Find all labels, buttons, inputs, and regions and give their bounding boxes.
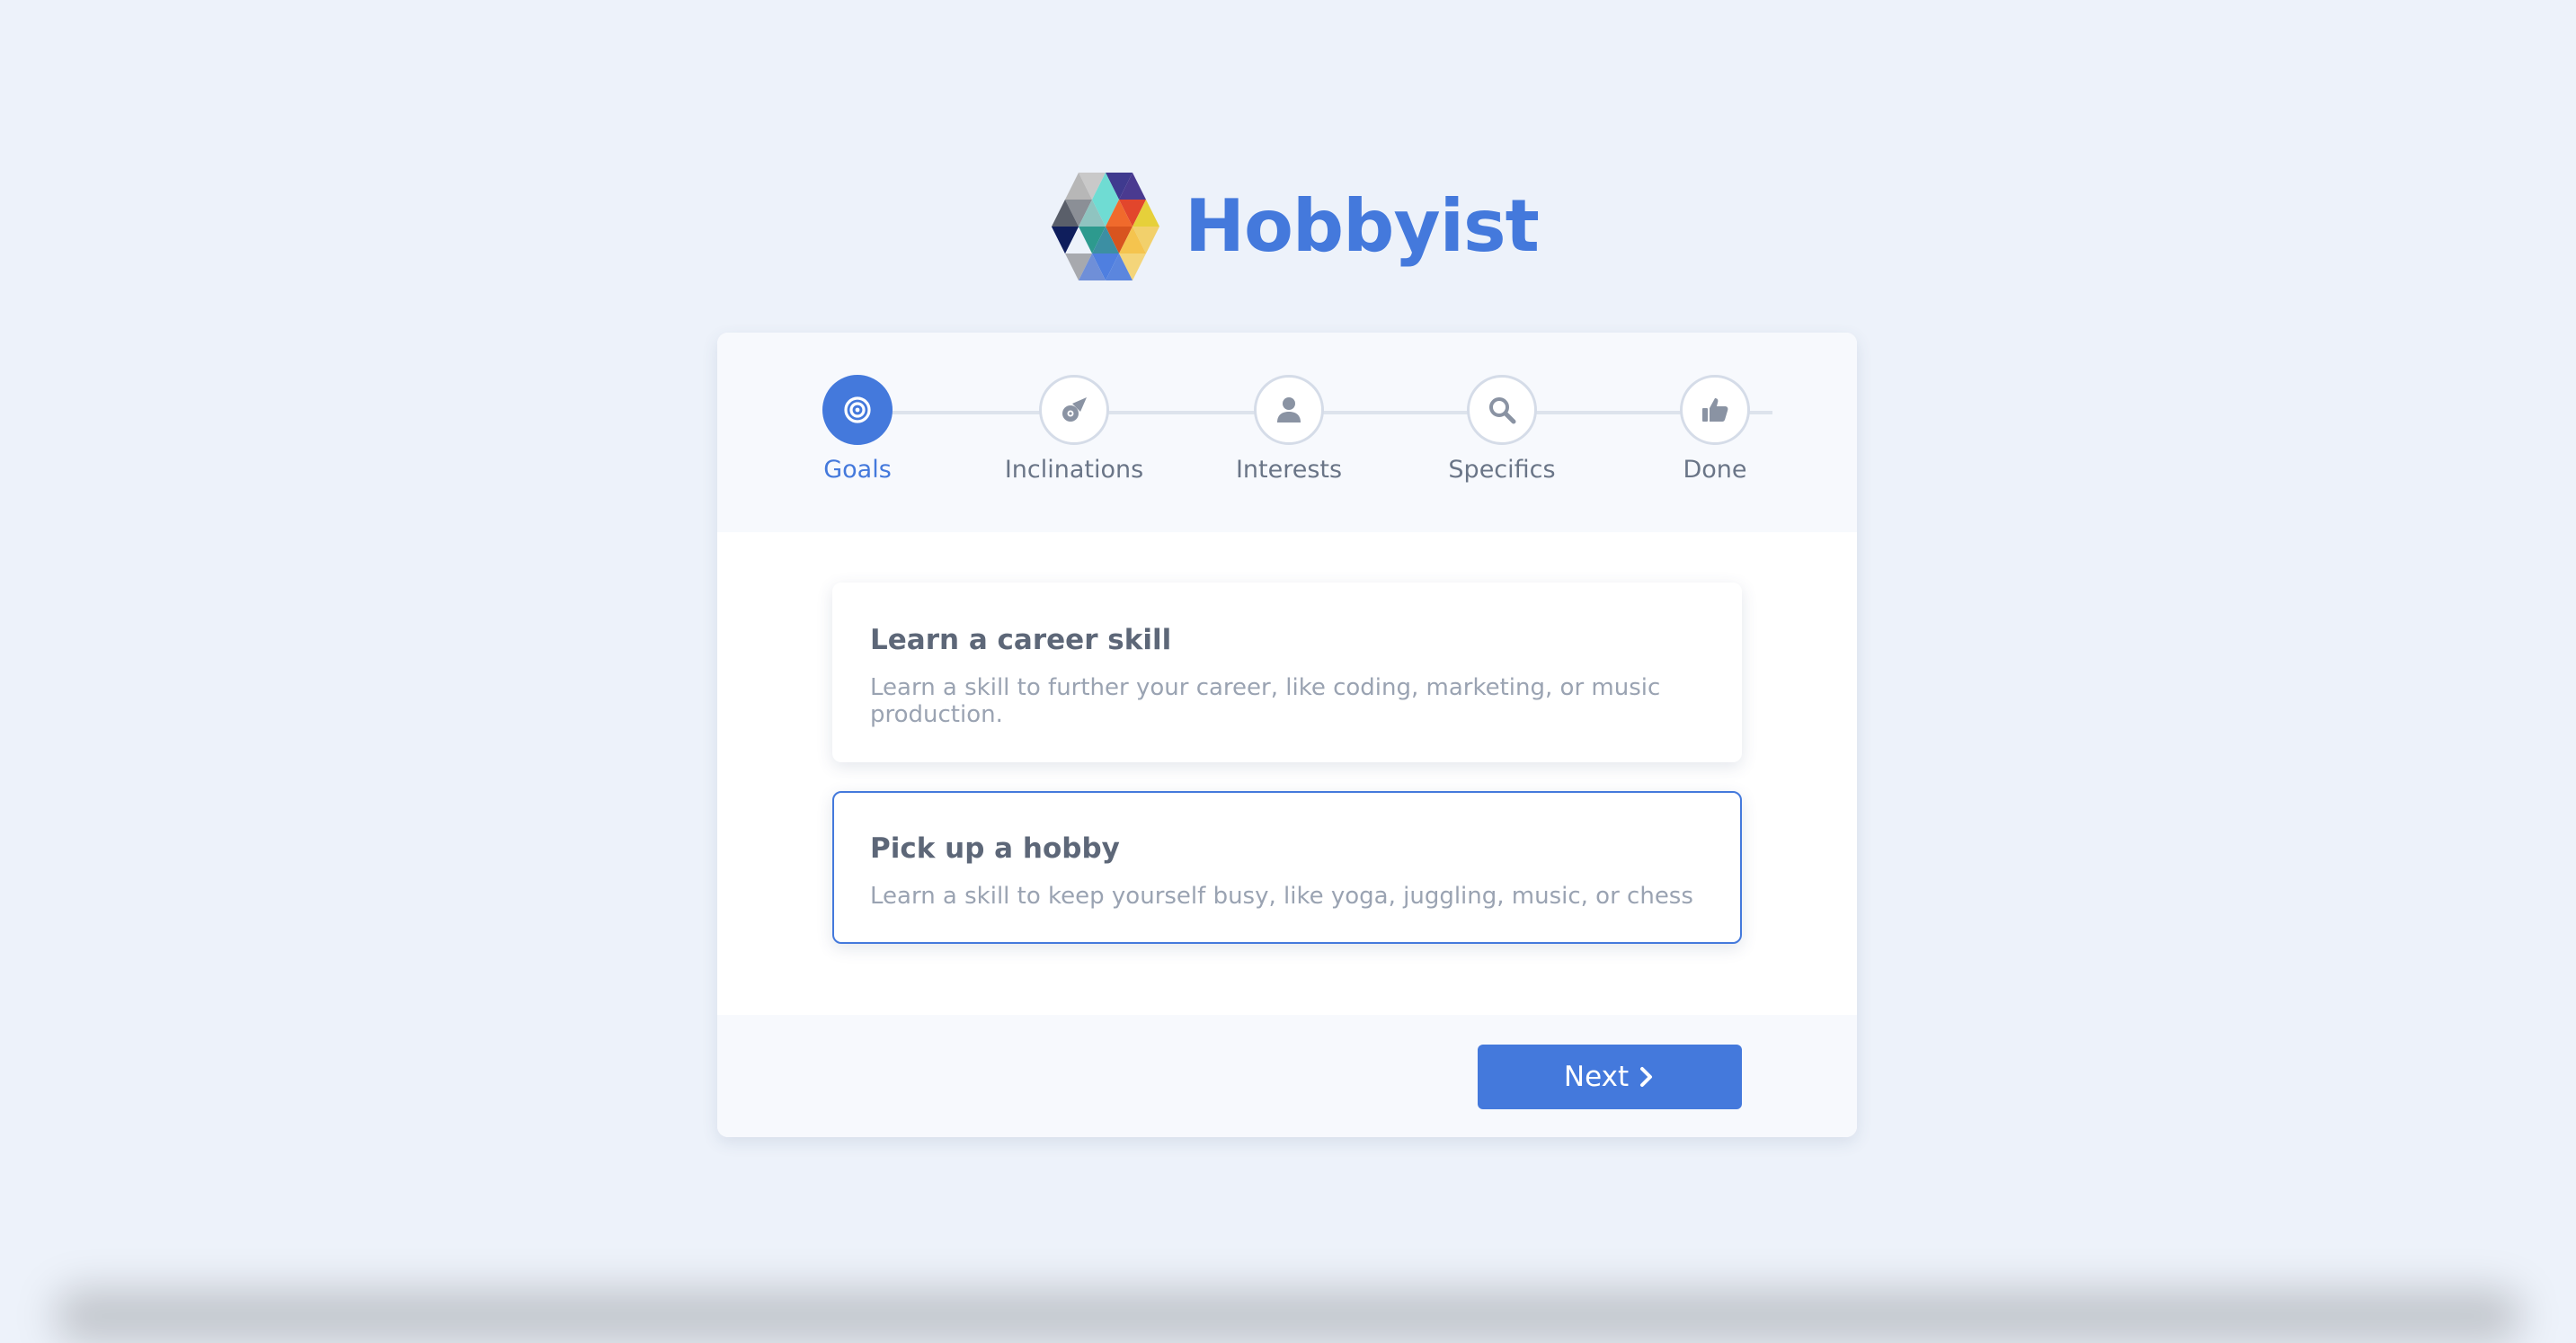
brand-name: Hobbyist xyxy=(1185,184,1540,268)
brand-header: Hobbyist xyxy=(1052,173,1540,280)
option-hobby[interactable]: Pick up a hobby Learn a skill to keep yo… xyxy=(832,791,1742,944)
person-icon xyxy=(1277,397,1301,422)
step-label: Interests xyxy=(1235,456,1343,484)
search-icon xyxy=(1489,397,1516,424)
step-label: Done xyxy=(1683,456,1747,484)
target-icon xyxy=(844,396,871,423)
step-label: Goals xyxy=(823,456,892,484)
option-career-skill[interactable]: Learn a career skill Learn a skill to fu… xyxy=(832,583,1742,762)
option-title: Pick up a hobby xyxy=(870,832,1120,865)
option-description: Learn a skill to further your career, li… xyxy=(870,674,1661,728)
chevron-right-icon xyxy=(1640,1067,1653,1087)
progress-stepper: Goals Inclinations Interests Specifics D… xyxy=(717,333,1857,532)
step-interests[interactable]: Interests xyxy=(1199,375,1379,484)
step-goals[interactable]: Goals xyxy=(768,375,947,484)
next-button-label: Next xyxy=(1563,1061,1630,1093)
page-bottom-shadow xyxy=(54,1289,2522,1343)
onboarding-card: Goals Inclinations Interests Specifics D… xyxy=(717,333,1857,1137)
goal-options: Learn a career skill Learn a skill to fu… xyxy=(832,583,1742,944)
card-footer: Next xyxy=(717,1015,1857,1137)
hobbyist-logo xyxy=(1052,173,1159,280)
option-title: Learn a career skill xyxy=(870,624,1172,656)
comet-icon xyxy=(1062,397,1087,422)
step-done[interactable]: Done xyxy=(1625,375,1805,484)
step-label: Specifics xyxy=(1448,456,1556,484)
thumbs-up-icon xyxy=(1702,398,1728,422)
next-button[interactable]: Next xyxy=(1478,1045,1742,1109)
step-label: Inclinations xyxy=(1004,456,1144,484)
step-specifics[interactable]: Specifics xyxy=(1412,375,1592,484)
option-description: Learn a skill to keep yourself busy, lik… xyxy=(870,883,1693,910)
step-inclinations[interactable]: Inclinations xyxy=(984,375,1164,484)
